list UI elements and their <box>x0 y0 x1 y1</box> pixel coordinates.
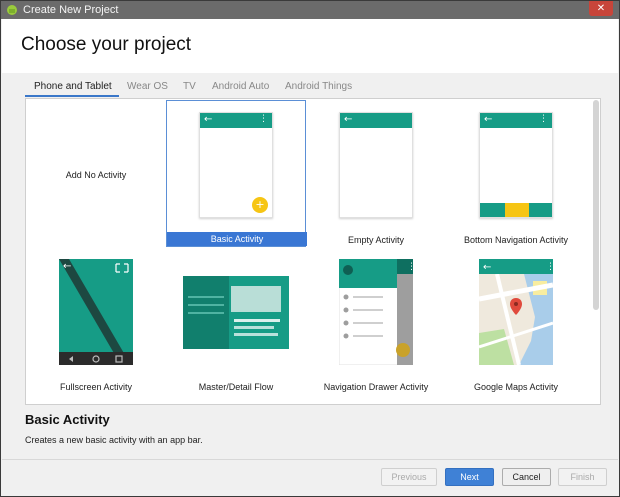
bottom-navigation-selected-item <box>505 203 529 217</box>
tab-wear-os[interactable]: Wear OS <box>127 81 168 92</box>
app-bar: ← ⋮ <box>480 113 552 128</box>
template-label: Google Maps Activity <box>473 382 559 392</box>
template-details: Basic Activity Creates a new basic activ… <box>25 412 203 445</box>
overflow-menu-icon: ⋮ <box>259 114 268 124</box>
window-title: Create New Project <box>23 4 119 16</box>
page-title: Choose your project <box>21 34 192 55</box>
app-bar: ← <box>340 113 412 128</box>
google-maps-preview: ← ⋮ <box>479 259 553 365</box>
basic-activity-preview: ← ⋮ + <box>199 112 273 218</box>
navigation-drawer-preview: ⋮ <box>339 259 413 365</box>
template-label: Master/Detail Flow <box>198 382 274 392</box>
template-label: Add No Activity <box>65 170 127 180</box>
overflow-menu-icon: ⋮ <box>407 262 413 272</box>
fab-plus-icon: + <box>252 197 268 213</box>
title-bar: Create New Project ✕ <box>1 1 619 19</box>
overflow-menu-icon: ⋮ <box>546 262 553 272</box>
close-button[interactable]: ✕ <box>589 1 613 16</box>
next-button[interactable]: Next <box>445 468 494 486</box>
back-arrow-icon: ← <box>344 114 353 125</box>
back-arrow-icon: ← <box>484 114 493 125</box>
android-studio-icon <box>7 5 17 15</box>
back-arrow-icon: ← <box>204 114 213 125</box>
dialog-header: Choose your project <box>2 19 618 73</box>
back-arrow-icon: ← <box>483 262 491 273</box>
gallery-scrollbar[interactable] <box>593 100 599 310</box>
template-gallery: Add No Activity ← ⋮ + Basic Activity ← E… <box>25 98 601 405</box>
active-tab-indicator <box>25 95 119 97</box>
cancel-button[interactable]: Cancel <box>502 468 551 486</box>
template-basic-activity[interactable]: ← ⋮ + Basic Activity <box>166 100 307 247</box>
template-master-detail-flow[interactable]: Master/Detail Flow <box>166 247 306 394</box>
tab-android-auto[interactable]: Android Auto <box>212 81 269 92</box>
template-add-no-activity[interactable]: Add No Activity <box>26 100 166 247</box>
fullscreen-activity-preview: ← <box>59 259 133 365</box>
template-label: Navigation Drawer Activity <box>323 382 429 392</box>
overflow-menu-icon: ⋮ <box>539 114 548 124</box>
footer-divider <box>2 459 618 460</box>
finish-button[interactable]: Finish <box>558 468 607 486</box>
app-bar: ← ⋮ <box>200 113 272 128</box>
template-label: Fullscreen Activity <box>59 382 133 392</box>
template-label: Bottom Navigation Activity <box>463 235 569 245</box>
back-arrow-icon: ← <box>63 261 71 272</box>
tab-phone-and-tablet[interactable]: Phone and Tablet <box>34 81 112 92</box>
template-label: Basic Activity <box>167 232 307 246</box>
previous-button[interactable]: Previous <box>381 468 437 486</box>
template-bottom-navigation-activity[interactable]: ← ⋮ Bottom Navigation Activity <box>446 100 586 247</box>
template-empty-activity[interactable]: ← Empty Activity <box>306 100 446 247</box>
selected-template-title: Basic Activity <box>25 412 110 427</box>
tab-android-things[interactable]: Android Things <box>285 81 352 92</box>
empty-activity-preview: ← <box>339 112 413 218</box>
master-detail-preview <box>183 276 289 349</box>
selected-template-description: Creates a new basic activity with an app… <box>25 435 203 445</box>
template-navigation-drawer-activity[interactable]: ⋮ Navigation Drawer Activity <box>306 247 446 394</box>
tab-tv[interactable]: TV <box>183 81 196 92</box>
template-fullscreen-activity[interactable]: ← Fullscreen Activity <box>26 247 166 394</box>
template-label: Empty Activity <box>347 235 404 245</box>
template-google-maps-activity[interactable]: ← ⋮ Google Maps Activity <box>446 247 586 394</box>
bottom-navigation-preview: ← ⋮ <box>479 112 553 218</box>
create-new-project-window: Create New Project ✕ Choose your project… <box>0 0 620 497</box>
bottom-navigation-bar <box>480 203 552 217</box>
